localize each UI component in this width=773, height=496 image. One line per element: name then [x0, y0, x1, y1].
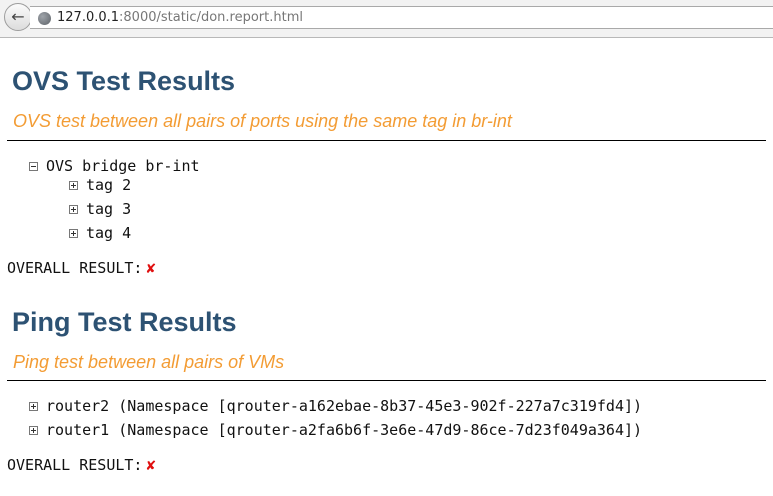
tag-label: tag 3 [86, 200, 132, 218]
ping-divider [7, 380, 766, 381]
url-text: 127.0.0.1:8000/static/don.report.html [57, 10, 303, 25]
expand-icon[interactable] [69, 180, 78, 190]
fail-icon: ✘ [146, 259, 156, 277]
tree-item-router[interactable]: router2 (Namespace [qrouter-a162ebae-8b3… [29, 396, 642, 416]
tag-label: tag 2 [86, 176, 132, 194]
bridge-label: OVS bridge br-int [46, 157, 200, 175]
ovs-divider [7, 140, 766, 141]
url-host: 127.0.0.1 [57, 10, 120, 25]
expand-icon[interactable] [29, 425, 38, 435]
tree-item-tag[interactable]: tag 4 [69, 223, 131, 243]
tag-label: tag 4 [86, 224, 132, 242]
globe-icon [38, 12, 51, 25]
ping-overall-result: OVERALL RESULT: ✘ [7, 456, 156, 474]
address-bar[interactable]: 127.0.0.1:8000/static/don.report.html [30, 6, 773, 29]
back-button[interactable]: ← [4, 3, 32, 31]
collapse-icon[interactable] [29, 161, 38, 171]
ping-subtitle: Ping test between all pairs of VMs [13, 352, 285, 372]
overall-label: OVERALL RESULT: [7, 259, 143, 277]
tree-item-router[interactable]: router1 (Namespace [qrouter-a2fa6b6f-3e6… [29, 420, 642, 440]
ovs-title: OVS Test Results [12, 66, 236, 96]
ovs-overall-result: OVERALL RESULT: ✘ [7, 259, 156, 277]
tree-item-tag[interactable]: tag 2 [69, 175, 131, 195]
url-path: :8000/static/don.report.html [119, 10, 303, 25]
ovs-subtitle: OVS test between all pairs of ports usin… [13, 111, 512, 131]
router-label: router2 (Namespace [qrouter-a162ebae-8b3… [46, 397, 643, 415]
expand-icon[interactable] [69, 228, 78, 238]
tree-item-bridge[interactable]: OVS bridge br-int [29, 156, 200, 176]
fail-icon: ✘ [146, 456, 156, 474]
back-arrow-icon: ← [11, 7, 25, 26]
router-label: router1 (Namespace [qrouter-a2fa6b6f-3e6… [46, 421, 643, 439]
tree-item-tag[interactable]: tag 3 [69, 199, 131, 219]
overall-label: OVERALL RESULT: [7, 456, 143, 474]
browser-toolbar: ← 127.0.0.1:8000/static/don.report.html [0, 0, 773, 38]
expand-icon[interactable] [29, 401, 38, 411]
ping-title: Ping Test Results [12, 307, 237, 337]
expand-icon[interactable] [69, 204, 78, 214]
